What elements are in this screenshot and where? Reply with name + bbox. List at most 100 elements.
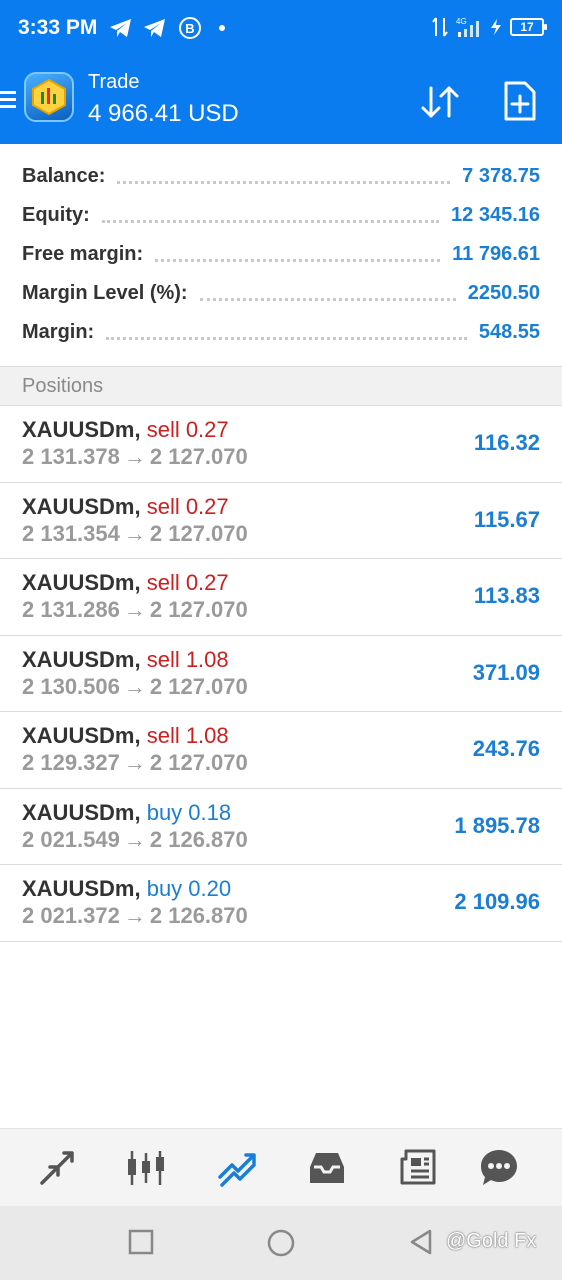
position-prices: 2 130.506 → 2 127.070	[22, 674, 248, 700]
summary-row-equity: Equity: 12 345.16	[22, 200, 540, 230]
position-side: sell 0.27	[146, 493, 229, 519]
dot-icon	[219, 25, 225, 31]
dotted-leader	[106, 336, 467, 340]
position-profit: 113.83	[473, 583, 540, 608]
current-price: 2 127.070	[149, 750, 248, 775]
position-profit: 1 895.78	[454, 812, 540, 838]
position-symbol: XAUUSDm,	[22, 799, 141, 825]
app-logo[interactable]	[24, 72, 74, 122]
menu-icon[interactable]	[0, 91, 16, 111]
battery-icon: 17	[510, 18, 547, 36]
dotted-leader	[155, 258, 441, 262]
position-title: XAUUSDm, sell 0.27	[22, 570, 229, 596]
telegram-icon	[144, 19, 165, 37]
summary-row-margin: Margin: 548.55	[22, 317, 540, 347]
position-symbol: XAUUSDm,	[22, 570, 141, 595]
summary-label: Equity:	[22, 203, 90, 226]
summary-label: Free margin:	[22, 242, 144, 265]
dotted-leader	[117, 180, 451, 184]
trade-icon[interactable]	[216, 1147, 258, 1189]
position-row[interactable]: XAUUSDm, buy 0.18 2 021.549 → 2 126.870 1 …	[0, 789, 562, 865]
position-title: XAUUSDm, sell 1.08	[22, 647, 229, 673]
position-profit: 371.09	[472, 659, 540, 685]
position-title: XAUUSDm, buy 0.20	[22, 876, 231, 902]
system-nav: @Gold Fx	[0, 1206, 562, 1280]
position-row[interactable]: XAUUSDm, sell 1.08 2 129.327 → 2 127.070 2…	[0, 712, 562, 789]
dotted-leader	[101, 219, 440, 223]
current-price: 2 127.070	[149, 673, 248, 699]
position-symbol: XAUUSDm,	[22, 493, 141, 519]
news-icon[interactable]	[396, 1147, 438, 1189]
status-bar: 3:33 PM B 4G 17	[0, 0, 562, 58]
status-right: 4G 17	[432, 16, 547, 38]
price-arrow: →	[123, 826, 146, 852]
current-price: 2 127.070	[149, 520, 248, 546]
position-prices: 2 131.286 → 2 127.070	[22, 597, 248, 623]
positions-header: Positions	[0, 366, 562, 406]
position-title: XAUUSDm, sell 0.27	[22, 494, 229, 520]
position-title: XAUUSDm, buy 0.18	[22, 800, 231, 826]
position-side: sell 1.08	[146, 723, 229, 748]
back-icon[interactable]	[408, 1228, 434, 1256]
position-prices: 2 131.378 → 2 127.070	[22, 444, 248, 470]
position-row[interactable]: XAUUSDm, sell 0.27 2 131.378 → 2 127.070 1…	[0, 406, 562, 483]
price-arrow: →	[123, 673, 146, 699]
position-profit: 116.32	[473, 430, 540, 455]
price-arrow: →	[123, 597, 146, 622]
position-symbol: XAUUSDm,	[22, 646, 141, 672]
b-circle-icon: B	[179, 17, 201, 39]
svg-text:B: B	[185, 21, 194, 36]
summary-label: Margin Level (%):	[22, 281, 188, 304]
position-title: XAUUSDm, sell 0.27	[22, 417, 229, 443]
position-side: buy 0.18	[146, 799, 232, 825]
bottom-nav	[0, 1128, 562, 1206]
position-side: buy 0.20	[146, 876, 232, 901]
summary-label: Balance:	[22, 164, 106, 187]
home-icon[interactable]	[266, 1228, 296, 1258]
recents-icon[interactable]	[127, 1228, 155, 1256]
current-price: 2 126.870	[149, 826, 248, 852]
position-profit: 115.67	[473, 506, 540, 532]
account-summary: Balance: 7 378.75 Equity: 12 345.16 Free…	[0, 144, 562, 366]
data-arrows-icon	[432, 17, 448, 37]
charging-icon	[491, 19, 501, 35]
position-prices: 2 021.372 → 2 126.870	[22, 903, 248, 929]
open-price: 2 131.354	[22, 520, 120, 546]
summary-value: 12 345.16	[451, 203, 540, 226]
open-price: 2 130.506	[22, 673, 120, 699]
position-row[interactable]: XAUUSDm, sell 0.27 2 131.286 → 2 127.070 1…	[0, 559, 562, 636]
position-row[interactable]: XAUUSDm, sell 1.08 2 130.506 → 2 127.070 3…	[0, 636, 562, 712]
position-title: XAUUSDm, sell 1.08	[22, 723, 229, 749]
summary-value: 7 378.75	[462, 164, 540, 187]
open-price: 2 131.286	[22, 597, 120, 622]
logo-mark-icon	[32, 78, 66, 116]
position-symbol: XAUUSDm,	[22, 876, 141, 901]
account-profit: 4 966.41 USD	[88, 100, 239, 127]
new-order-icon[interactable]	[500, 80, 540, 122]
network-label: 4G	[456, 17, 467, 26]
signal-icon: 4G	[456, 17, 479, 37]
current-price: 2 127.070	[149, 597, 248, 622]
open-price: 2 021.549	[22, 826, 120, 852]
status-time: 3:33 PM	[18, 16, 98, 39]
position-symbol: XAUUSDm,	[22, 723, 141, 748]
section-title: Positions	[22, 375, 104, 397]
sort-icon[interactable]	[420, 84, 460, 120]
position-row[interactable]: XAUUSDm, sell 0.27 2 131.354 → 2 127.070 1…	[0, 483, 562, 559]
app-bar: Trade 4 966.41 USD	[0, 58, 562, 144]
price-arrow: →	[123, 444, 146, 469]
watermark: @Gold Fx	[446, 1230, 537, 1252]
position-row[interactable]: XAUUSDm, buy 0.20 2 021.372 → 2 126.870 2 …	[0, 865, 562, 942]
top-bar: 3:33 PM B 4G 17 Trade 4 966.41 USD	[0, 0, 562, 144]
chart-icon[interactable]	[126, 1147, 168, 1189]
open-price: 2 129.327	[22, 750, 120, 775]
current-price: 2 127.070	[149, 444, 248, 469]
summary-value: 11 796.61	[452, 242, 540, 265]
quotes-icon[interactable]	[36, 1147, 78, 1189]
history-icon[interactable]	[306, 1147, 348, 1189]
open-price: 2 131.378	[22, 444, 120, 469]
open-price: 2 021.372	[22, 903, 120, 928]
chat-icon[interactable]	[478, 1147, 520, 1189]
summary-row-margin-level: Margin Level (%): 2250.50	[22, 278, 540, 308]
price-arrow: →	[123, 750, 146, 775]
